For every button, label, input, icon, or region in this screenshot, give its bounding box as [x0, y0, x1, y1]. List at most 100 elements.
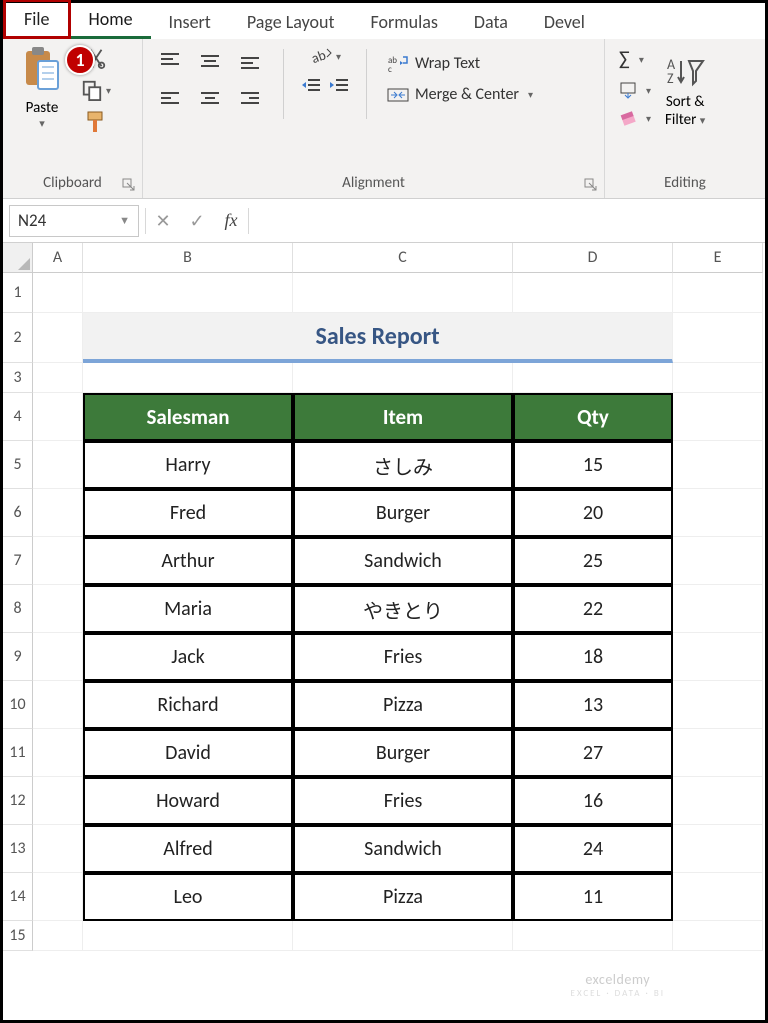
- cell-E15[interactable]: [673, 921, 763, 951]
- col-header-A[interactable]: A: [33, 243, 83, 273]
- table-cell[interactable]: Fred: [83, 489, 293, 537]
- formula-input[interactable]: [249, 205, 765, 237]
- select-all-corner[interactable]: [3, 243, 33, 273]
- header-C[interactable]: Item: [293, 393, 513, 441]
- table-cell[interactable]: Maria: [83, 585, 293, 633]
- clipboard-launcher-icon[interactable]: [122, 178, 136, 192]
- table-cell[interactable]: Sandwich: [293, 825, 513, 873]
- cell-E8[interactable]: [673, 585, 763, 633]
- cell-A2[interactable]: [33, 313, 83, 363]
- row-header-5[interactable]: 5: [3, 441, 33, 489]
- table-cell[interactable]: 18: [513, 633, 673, 681]
- table-cell[interactable]: Jack: [83, 633, 293, 681]
- table-cell[interactable]: Fries: [293, 633, 513, 681]
- align-left-icon[interactable]: [153, 83, 187, 115]
- table-cell[interactable]: 27: [513, 729, 673, 777]
- cell-E1[interactable]: [673, 273, 763, 313]
- cell-A8[interactable]: [33, 585, 83, 633]
- cell-A11[interactable]: [33, 729, 83, 777]
- table-cell[interactable]: Arthur: [83, 537, 293, 585]
- row-header-13[interactable]: 13: [3, 825, 33, 873]
- decrease-indent-icon[interactable]: [300, 77, 322, 95]
- tab-file[interactable]: File: [3, 0, 71, 39]
- row-header-14[interactable]: 14: [3, 873, 33, 921]
- cell-E13[interactable]: [673, 825, 763, 873]
- cell-A15[interactable]: [33, 921, 83, 951]
- cell-A1[interactable]: [33, 273, 83, 313]
- cell-C1[interactable]: [293, 273, 513, 313]
- row-header-6[interactable]: 6: [3, 489, 33, 537]
- header-D[interactable]: Qty: [513, 393, 673, 441]
- cell-E3[interactable]: [673, 363, 763, 393]
- table-cell[interactable]: 20: [513, 489, 673, 537]
- table-cell[interactable]: Sandwich: [293, 537, 513, 585]
- tab-data[interactable]: Data: [456, 5, 526, 39]
- row-header-12[interactable]: 12: [3, 777, 33, 825]
- table-cell[interactable]: Burger: [293, 729, 513, 777]
- cell-A14[interactable]: [33, 873, 83, 921]
- cancel-formula-icon[interactable]: ✕: [146, 210, 180, 232]
- paste-icon[interactable]: [20, 45, 64, 99]
- cell-E7[interactable]: [673, 537, 763, 585]
- table-cell[interactable]: 22: [513, 585, 673, 633]
- row-header-10[interactable]: 10: [3, 681, 33, 729]
- sort-filter-dropdown-icon[interactable]: ▾: [700, 114, 706, 127]
- row-header-7[interactable]: 7: [3, 537, 33, 585]
- cell-A13[interactable]: [33, 825, 83, 873]
- table-cell[interactable]: 24: [513, 825, 673, 873]
- cell-E9[interactable]: [673, 633, 763, 681]
- tab-insert[interactable]: Insert: [151, 5, 229, 39]
- col-header-D[interactable]: D: [513, 243, 673, 273]
- tab-home[interactable]: Home: [71, 2, 151, 39]
- table-cell[interactable]: Fries: [293, 777, 513, 825]
- cell-E10[interactable]: [673, 681, 763, 729]
- align-top-icon[interactable]: [153, 45, 187, 77]
- table-cell[interactable]: Pizza: [293, 873, 513, 921]
- cell-E6[interactable]: [673, 489, 763, 537]
- col-header-C[interactable]: C: [293, 243, 513, 273]
- cell-D3[interactable]: [513, 363, 673, 393]
- autosum-icon[interactable]: ∑: [615, 45, 655, 73]
- cell-A3[interactable]: [33, 363, 83, 393]
- cell-A7[interactable]: [33, 537, 83, 585]
- cell-D1[interactable]: [513, 273, 673, 313]
- table-cell[interactable]: Richard: [83, 681, 293, 729]
- paste-dropdown-icon[interactable]: ▾: [39, 117, 45, 130]
- fill-icon[interactable]: [615, 79, 655, 101]
- cell-E2[interactable]: [673, 313, 763, 363]
- clear-icon[interactable]: [615, 107, 655, 129]
- header-B[interactable]: Salesman: [83, 393, 293, 441]
- row-header-2[interactable]: 2: [3, 313, 33, 363]
- cell-B3[interactable]: [83, 363, 293, 393]
- copy-icon[interactable]: [81, 77, 111, 103]
- format-painter-icon[interactable]: [81, 109, 111, 135]
- wrap-text-button[interactable]: abc Wrap Text: [383, 51, 537, 75]
- sort-filter-icon[interactable]: AZ: [665, 45, 705, 93]
- cell-C15[interactable]: [293, 921, 513, 951]
- tab-page-layout[interactable]: Page Layout: [229, 5, 353, 39]
- tab-developer[interactable]: Devel: [526, 5, 603, 39]
- table-cell[interactable]: Howard: [83, 777, 293, 825]
- col-header-E[interactable]: E: [673, 243, 763, 273]
- table-cell[interactable]: さしみ: [293, 441, 513, 489]
- col-header-B[interactable]: B: [83, 243, 293, 273]
- table-cell[interactable]: 13: [513, 681, 673, 729]
- orientation-icon[interactable]: ab: [300, 45, 350, 67]
- title-cell[interactable]: Sales Report: [83, 313, 673, 363]
- align-bottom-icon[interactable]: [233, 45, 267, 77]
- row-header-1[interactable]: 1: [3, 273, 33, 313]
- cell-A5[interactable]: [33, 441, 83, 489]
- fx-icon[interactable]: fx: [214, 210, 248, 231]
- cell-B1[interactable]: [83, 273, 293, 313]
- table-cell[interactable]: Leo: [83, 873, 293, 921]
- tab-formulas[interactable]: Formulas: [353, 5, 456, 39]
- table-cell[interactable]: 11: [513, 873, 673, 921]
- cell-C3[interactable]: [293, 363, 513, 393]
- table-cell[interactable]: Burger: [293, 489, 513, 537]
- cell-E5[interactable]: [673, 441, 763, 489]
- table-cell[interactable]: David: [83, 729, 293, 777]
- enter-formula-icon[interactable]: ✓: [180, 210, 214, 232]
- row-header-9[interactable]: 9: [3, 633, 33, 681]
- cell-E12[interactable]: [673, 777, 763, 825]
- table-cell[interactable]: Alfred: [83, 825, 293, 873]
